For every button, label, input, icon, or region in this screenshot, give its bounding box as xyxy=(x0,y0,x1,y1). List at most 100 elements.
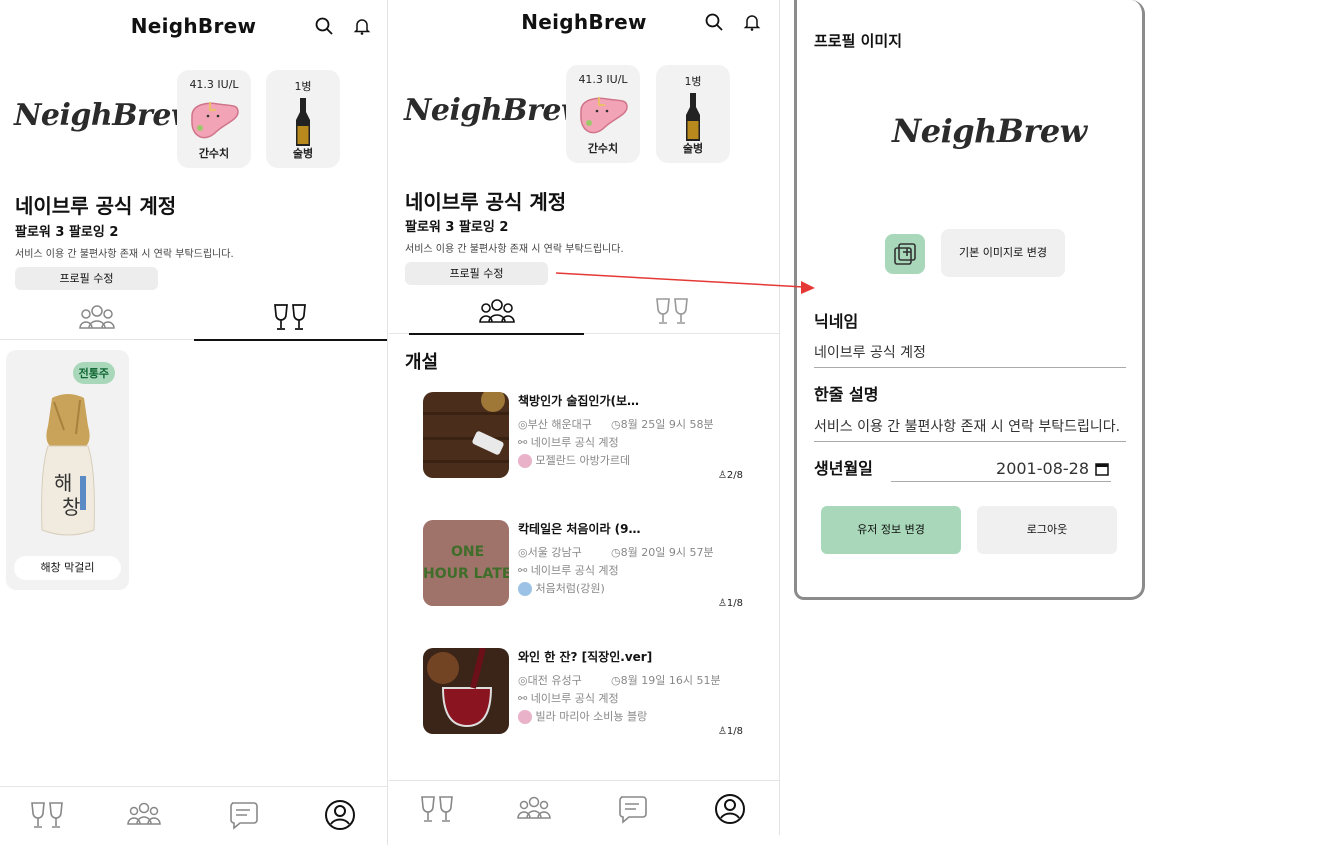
tab-meetings[interactable] xyxy=(0,296,194,340)
profile-icon[interactable] xyxy=(322,797,358,833)
people-icon xyxy=(478,299,515,323)
liver-label: 간수치 xyxy=(198,147,230,160)
meeting-title: 와인 한 잔? [직장인.ver] xyxy=(518,650,653,664)
drink-card[interactable]: 전통주 해 창 해창 막걸리 xyxy=(6,350,129,590)
top-bar: NeighBrew xyxy=(389,0,779,52)
follow-counts[interactable]: 팔로워 3 팔로잉 2 xyxy=(405,216,508,235)
meeting-thumbnail xyxy=(423,648,509,734)
svg-text:창: 창 xyxy=(62,495,80,519)
profile-icon[interactable] xyxy=(712,791,748,827)
svg-text:해: 해 xyxy=(54,471,72,495)
tab-meetings[interactable] xyxy=(409,290,584,335)
search-icon[interactable] xyxy=(704,12,724,32)
wine-glasses-icon xyxy=(655,298,688,324)
calendar-icon[interactable] xyxy=(1095,462,1109,476)
bottle-icon xyxy=(296,98,310,146)
default-image-button[interactable]: 기본 이미지로 변경 xyxy=(941,229,1065,277)
meeting-thumbnail xyxy=(423,392,509,478)
liver-value: 41.3 IU/L xyxy=(578,73,628,86)
profile-bio: 서비스 이용 간 불편사항 존재 시 연락 부탁드립니다. xyxy=(15,249,234,260)
meeting-host: ⚯ 네이브루 공식 계정 xyxy=(518,564,619,577)
brand-logo: NeighBrew xyxy=(14,98,197,133)
meeting-host: ⚯ 네이브루 공식 계정 xyxy=(518,436,619,449)
bottle-value: 1병 xyxy=(294,80,312,93)
edit-profile-button[interactable]: 프로필 수정 xyxy=(405,262,548,285)
makgeolli-bottle-image: 해 창 xyxy=(41,394,95,536)
meeting-host: ⚯ 네이브루 공식 계정 xyxy=(518,692,619,705)
meeting-drink: 빌라 마리아 소비뇽 블랑 xyxy=(518,708,647,724)
tab-drinks[interactable] xyxy=(193,296,388,341)
bottle-stat-card[interactable]: 1병 술병 xyxy=(656,65,730,163)
liver-value: 41.3 IU/L xyxy=(189,78,239,91)
update-user-button[interactable]: 유저 정보 변경 xyxy=(821,506,961,554)
nickname-label: 닉네임 xyxy=(814,312,859,331)
birthdate-label: 생년월일 xyxy=(814,459,873,478)
meeting-location: ◎서울 강남구 xyxy=(518,546,582,559)
meeting-thumbnail: ONE HOUR LATER xyxy=(423,520,509,606)
profile-name: 네이브루 공식 계정 xyxy=(15,194,177,218)
birthdate-value: 2001-08-28 xyxy=(996,459,1089,478)
section-title-created: 개설 xyxy=(405,352,439,373)
profile-image-heading: 프로필 이미지 xyxy=(814,32,903,50)
edit-profile-button[interactable]: 프로필 수정 xyxy=(15,267,158,290)
meeting-member-count: ♙2/8 xyxy=(717,470,743,481)
liver-icon xyxy=(580,97,628,134)
meeting-title: 칵테일은 처음이라 (9… xyxy=(518,522,641,536)
thumb-text-hour-later: HOUR LATER xyxy=(423,566,509,582)
chat-icon[interactable] xyxy=(614,791,650,827)
bottom-nav xyxy=(389,780,779,835)
profile-name: 네이브루 공식 계정 xyxy=(405,190,567,214)
meeting-item[interactable]: 와인 한 잔? [직장인.ver] ◎대전 유성구 ◷8월 19일 16시 51… xyxy=(423,648,753,738)
nickname-input[interactable]: 네이브루 공식 계정 xyxy=(814,342,1126,368)
bio-label: 한줄 설명 xyxy=(814,385,879,404)
liver-icon xyxy=(191,102,239,139)
bottom-nav xyxy=(0,786,387,842)
profile-tabs xyxy=(0,296,388,341)
profile-screen-drinks: NeighBrew NeighBrew 41.3 IU/L 간수치 1병 술병 … xyxy=(0,0,388,845)
people-icon[interactable] xyxy=(516,791,552,827)
wine-glasses-icon xyxy=(274,304,307,330)
meeting-location: ◎부산 해운대구 xyxy=(518,418,592,431)
thumb-text-one: ONE xyxy=(451,544,484,560)
bell-icon[interactable] xyxy=(742,12,762,32)
meeting-datetime: ◷8월 19일 16시 51분 xyxy=(611,674,721,687)
drink-name: 해창 막걸리 xyxy=(14,556,121,580)
meeting-title: 책방인가 술집인가(보… xyxy=(518,394,640,408)
wine-glasses-icon[interactable] xyxy=(419,791,455,827)
wine-glasses-icon[interactable] xyxy=(29,797,65,833)
add-image-button[interactable] xyxy=(885,234,925,274)
meeting-item[interactable]: ONE HOUR LATER 칵테일은 처음이라 (9… ◎서울 강남구 ◷8월 … xyxy=(423,520,753,610)
meeting-drink: 처음처럼(강원) xyxy=(518,580,605,596)
meeting-member-count: ♙1/8 xyxy=(717,726,743,737)
people-icon[interactable] xyxy=(126,797,162,833)
profile-screen-meetings: NeighBrew NeighBrew 41.3 IU/L 간수치 1병 술병 … xyxy=(389,0,780,835)
chat-icon[interactable] xyxy=(225,797,261,833)
meeting-item[interactable]: 책방인가 술집인가(보… ◎부산 해운대구 ◷8월 25일 9시 58분 ⚯ 네… xyxy=(423,392,753,482)
bottle-value: 1병 xyxy=(684,75,702,88)
drink-category-badge: 전통주 xyxy=(72,362,115,384)
meeting-location: ◎대전 유성구 xyxy=(518,674,582,687)
liver-stat-card[interactable]: 41.3 IU/L 간수치 xyxy=(177,70,251,168)
bottle-label: 술병 xyxy=(292,147,314,160)
birthdate-input[interactable]: 2001-08-28 xyxy=(891,456,1111,482)
meeting-datetime: ◷8월 20일 9시 57분 xyxy=(611,546,714,559)
meeting-datetime: ◷8월 25일 9시 58분 xyxy=(611,418,714,431)
search-icon[interactable] xyxy=(314,16,334,36)
add-image-icon xyxy=(894,243,916,265)
brand-logo: NeighBrew xyxy=(404,93,587,128)
liver-stat-card[interactable]: 41.3 IU/L 간수치 xyxy=(566,65,640,163)
people-icon xyxy=(78,305,115,329)
profile-bio: 서비스 이용 간 불편사항 존재 시 연락 부탁드립니다. xyxy=(405,244,624,255)
follow-counts[interactable]: 팔로워 3 팔로잉 2 xyxy=(15,221,118,240)
profile-image-preview: NeighBrew xyxy=(892,112,1087,150)
profile-tabs xyxy=(389,290,779,335)
logout-button[interactable]: 로그아웃 xyxy=(977,506,1117,554)
bio-input[interactable]: 서비스 이용 간 불편사항 존재 시 연락 부탁드립니다. xyxy=(814,416,1126,442)
bell-icon[interactable] xyxy=(352,16,372,36)
liver-label: 간수치 xyxy=(587,142,619,155)
meeting-drink: 모젤란드 아방가르데 xyxy=(518,452,630,468)
meeting-member-count: ♙1/8 xyxy=(717,598,743,609)
bottle-label: 술병 xyxy=(682,142,704,155)
bottle-stat-card[interactable]: 1병 술병 xyxy=(266,70,340,168)
tab-drinks[interactable] xyxy=(584,290,759,334)
